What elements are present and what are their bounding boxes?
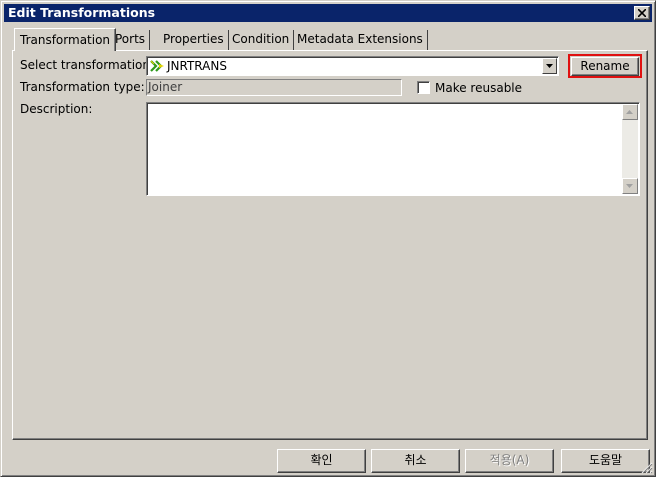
joiner-transformation-icon	[150, 60, 164, 72]
transformation-type-field: Joiner	[146, 79, 402, 96]
tab-transformation[interactable]: Transformation	[14, 28, 117, 51]
selected-transformation-value: JNRTRANS	[167, 59, 227, 73]
rename-button[interactable]: Rename	[571, 57, 639, 76]
chevron-down-icon	[546, 64, 553, 68]
edit-transformations-dialog: Edit Transformations Transformation Port…	[0, 0, 656, 477]
tab-metadata-extensions[interactable]: Metadata Extensions	[293, 30, 428, 50]
close-button[interactable]	[634, 6, 650, 20]
close-icon	[638, 9, 646, 17]
select-transformation-dropdown[interactable]: JNRTRANS	[146, 56, 559, 76]
title-bar[interactable]: Edit Transformations	[4, 4, 652, 22]
tab-label: Condition	[232, 32, 290, 46]
scroll-up-button[interactable]	[622, 104, 638, 120]
scroll-down-button[interactable]	[622, 178, 638, 194]
resize-grip-icon[interactable]	[641, 462, 653, 474]
ok-button[interactable]: 확인	[277, 449, 366, 473]
description-label: Description:	[20, 102, 93, 116]
make-reusable-checkbox[interactable]	[417, 81, 430, 94]
apply-button[interactable]: 적용(A)	[465, 449, 554, 473]
window-title: Edit Transformations	[8, 5, 156, 20]
tab-label: Transformation	[20, 33, 111, 47]
cancel-button[interactable]: 취소	[371, 449, 460, 473]
help-button[interactable]: 도움말	[561, 449, 650, 473]
transformation-type-label: Transformation type:	[20, 80, 145, 94]
tab-condition[interactable]: Condition	[228, 30, 295, 50]
triangle-down-icon	[626, 184, 633, 188]
tab-label: Metadata Extensions	[297, 32, 423, 46]
tab-label: Ports	[115, 32, 146, 46]
tab-label: Properties	[163, 32, 224, 46]
description-textarea[interactable]	[146, 102, 640, 196]
tab-properties[interactable]: Properties	[159, 30, 229, 50]
tab-ports[interactable]: Ports	[111, 30, 151, 50]
dropdown-arrow-button[interactable]	[542, 58, 557, 74]
select-transformation-label: Select transformation:	[20, 58, 155, 72]
description-scrollbar[interactable]	[622, 104, 638, 194]
make-reusable-label[interactable]: Make reusable	[435, 81, 522, 96]
triangle-up-icon	[626, 110, 633, 114]
